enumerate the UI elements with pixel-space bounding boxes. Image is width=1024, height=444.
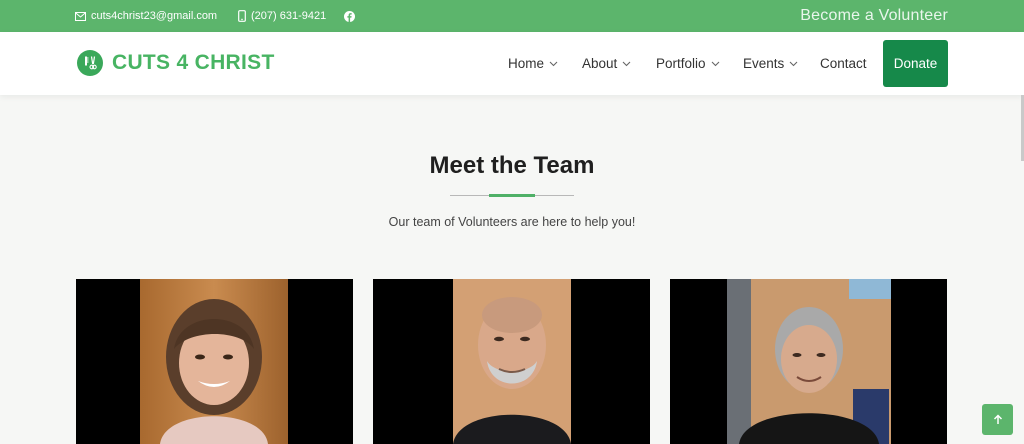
nav-portfolio-label: Portfolio [656, 56, 706, 71]
nav-contact-label: Contact [820, 56, 867, 71]
top-contact-bar: cuts4christ23@gmail.com (207) 631-9421 B… [0, 0, 1024, 32]
chevron-down-icon [622, 61, 631, 66]
team-member-photo [727, 279, 891, 444]
nav-events-label: Events [743, 56, 785, 71]
facebook-icon [344, 10, 355, 22]
nav-about-label: About [582, 56, 618, 71]
scroll-to-top-button[interactable] [982, 404, 1013, 435]
team-member-photo [453, 279, 571, 444]
scissors-comb-logo-icon [77, 50, 103, 76]
nav-home[interactable]: Home [508, 32, 558, 95]
email-text: cuts4christ23@gmail.com [91, 10, 218, 22]
facebook-link[interactable] [344, 0, 360, 32]
chevron-down-icon [789, 61, 798, 66]
section-title: Meet the Team [429, 152, 595, 179]
chevron-down-icon [549, 61, 558, 66]
nav-portfolio[interactable]: Portfolio [656, 32, 720, 95]
nav-events[interactable]: Events [743, 32, 798, 95]
title-divider-accent [489, 194, 535, 197]
phone-contact[interactable]: (207) 631-9421 [238, 0, 326, 32]
nav-home-label: Home [508, 56, 545, 71]
team-member-card[interactable] [76, 279, 353, 444]
site-header: CUTS 4 CHRIST Home About Portfolio Event… [0, 32, 1024, 95]
chevron-down-icon [711, 61, 719, 66]
brand-name: CUTS 4 CHRIST [112, 51, 275, 74]
become-volunteer-link[interactable]: Become a Volunteer [800, 0, 948, 32]
team-member-card[interactable] [373, 279, 650, 444]
email-contact[interactable]: cuts4christ23@gmail.com [75, 0, 217, 32]
phone-text: (207) 631-9421 [251, 10, 327, 22]
nav-about[interactable]: About [582, 32, 631, 95]
envelope-icon [75, 11, 86, 21]
mobile-phone-icon [238, 10, 246, 22]
arrow-up-icon [993, 414, 1002, 424]
nav-contact[interactable]: Contact [820, 32, 867, 95]
section-subtitle: Our team of Volunteers are here to help … [388, 215, 636, 229]
donate-button[interactable]: Donate [883, 40, 948, 87]
team-member-photo [140, 279, 288, 444]
site-logo[interactable]: CUTS 4 CHRIST [77, 50, 275, 76]
team-member-card[interactable] [670, 279, 947, 444]
